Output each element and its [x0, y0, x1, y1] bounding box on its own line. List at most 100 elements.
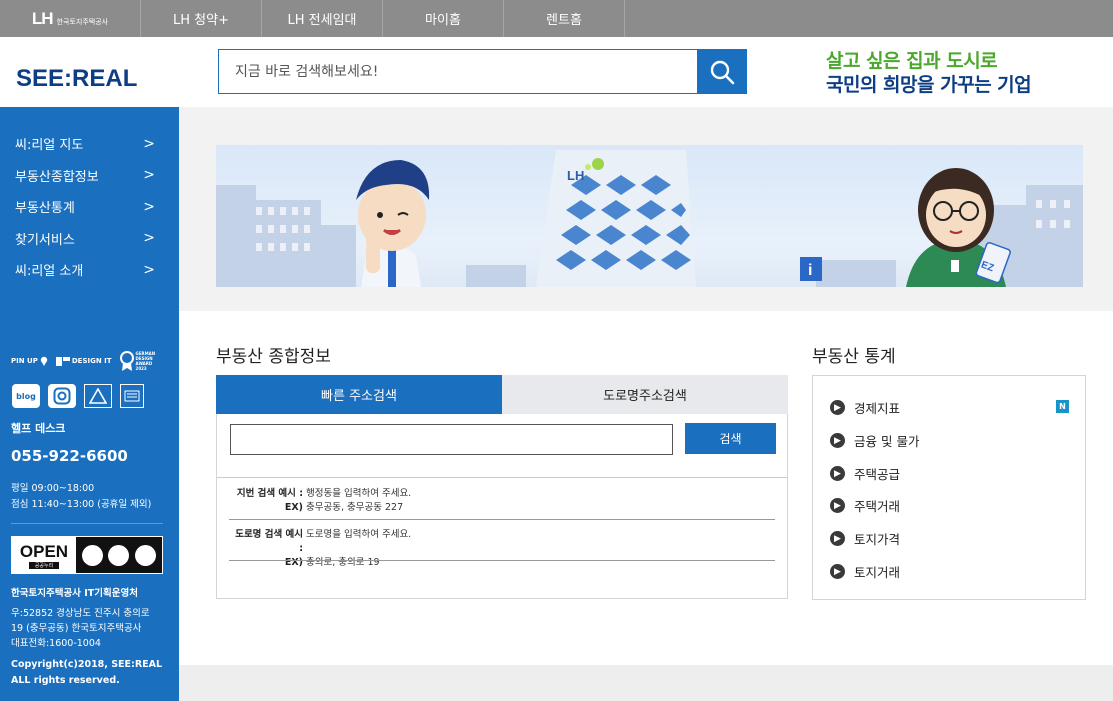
example-value: 충의로, 충의로 19 — [306, 557, 380, 568]
address-search-tabs: 빠른 주소검색 도로명주소검색 — [216, 375, 788, 414]
search-box — [218, 49, 747, 94]
stat-land-prices[interactable]: ▶ 토지가격 — [830, 529, 900, 548]
kogl-open-badge: OPEN 공공누리 — [11, 536, 163, 574]
example-divider — [229, 560, 775, 561]
blog-link[interactable]: blog — [12, 384, 40, 408]
sidebar-item-label: 씨:리얼 소개 — [15, 264, 84, 280]
stat-label: 금융 및 물가 — [854, 434, 920, 449]
chevron-right-icon: > — [143, 198, 155, 215]
stat-label: 주택거래 — [854, 499, 901, 514]
stat-land-transactions[interactable]: ▶ 토지거래 — [830, 562, 900, 581]
stat-housing-transactions[interactable]: ▶ 주택거래 — [830, 496, 900, 515]
example-ex-label: EX) — [284, 557, 303, 568]
example-desc: 행정동을 입력하여 주세요. — [306, 488, 412, 499]
stat-finance-prices[interactable]: ▶ 금융 및 물가 — [830, 431, 919, 450]
example-value: 충무공동, 충무공동 227 — [306, 502, 404, 513]
tab-quick-address-search[interactable]: 빠른 주소검색 — [216, 375, 502, 414]
certificate-icon — [124, 390, 140, 402]
panel-divider — [217, 477, 787, 478]
accessibility-mark-icon — [89, 388, 107, 404]
blog-icon: blog — [16, 391, 36, 401]
arrow-circle-icon: ▶ — [830, 400, 845, 415]
sidebar-item-label: 부동산종합정보 — [15, 169, 99, 185]
address: 우:52852 경상남도 진주시 충의로 19 (충무공동) 한국토지주택공사 … — [11, 608, 150, 649]
brand-logo[interactable]: SEE:REAL — [16, 65, 137, 93]
road-search-example: 도로명 검색 예시 : 도로명을 입력하여 주세요. EX) 충의로, 충의로 … — [229, 528, 775, 570]
hero-banner: LH i EZ — [216, 145, 1083, 287]
arrow-circle-icon: ▶ — [830, 531, 845, 546]
sidebar-item-label: 찾기서비스 — [15, 232, 75, 248]
lh-logo[interactable]: LH 한국토지주택공사 — [0, 0, 140, 37]
search-button[interactable] — [697, 49, 747, 94]
instagram-link[interactable] — [48, 384, 76, 408]
address-search-button[interactable]: 검색 — [685, 423, 776, 454]
slogan-line-2: 국민의 희망을 가꾸는 기업 — [826, 74, 1032, 96]
top-nav-lh-subscription[interactable]: LH 청약+ — [141, 0, 262, 37]
slogan-line-1: 살고 싶은 집과 도시로 — [826, 50, 998, 72]
social-links: blog — [12, 384, 144, 408]
pin-icon — [40, 356, 48, 366]
help-desk-title: 헬프 데스크 — [11, 422, 66, 435]
organization-name: 한국토지주택공사 IT기획운영처 — [11, 588, 138, 599]
sidebar-item-realestate-stats[interactable]: 부동산통계 > — [0, 191, 179, 223]
open-logo: OPEN 공공누리 — [12, 537, 76, 573]
banner-illustration: LH i EZ — [216, 150, 1083, 287]
sidebar: 씨:리얼 지도 > 부동산종합정보 > 부동산통계 > 찾기서비스 > 씨:리얼… — [0, 107, 179, 701]
stat-label: 주택공급 — [854, 467, 901, 482]
stat-housing-supply[interactable]: ▶ 주택공급 — [830, 464, 900, 483]
address-search-input[interactable] — [230, 424, 673, 455]
arrow-circle-icon: ▶ — [830, 564, 845, 579]
noderivatives-icon — [135, 544, 157, 566]
stat-label: 경제지표 — [854, 401, 901, 416]
chevron-right-icon: > — [143, 261, 155, 278]
sidebar-item-label: 씨:리얼 지도 — [15, 138, 84, 154]
address-search-panel: 검색 지번 검색 예시 : 행정동을 입력하여 주세요. EX) 충무공동, 충… — [216, 414, 788, 599]
web-cert-logo — [120, 384, 144, 408]
stat-label: 토지거래 — [854, 565, 901, 580]
sidebar-item-seereal-map[interactable]: 씨:리얼 지도 > — [0, 128, 179, 160]
help-desk-phone: 055-922-6600 — [11, 447, 128, 465]
example-desc: 도로명을 입력하여 주세요. — [306, 529, 412, 540]
chevron-right-icon: > — [143, 230, 155, 247]
help-desk-hours: 평일 09:00~18:00 점심 11:40~13:00 (공휴일 제외) — [11, 481, 151, 513]
hours-lunch: 점심 11:40~13:00 (공휴일 제외) — [11, 499, 152, 510]
sidebar-item-find-service[interactable]: 찾기서비스 > — [0, 223, 179, 255]
accessibility-cert-logo — [84, 384, 112, 408]
hours-weekday: 평일 09:00~18:00 — [11, 483, 95, 494]
tab-road-address-search[interactable]: 도로명주소검색 — [502, 375, 788, 414]
stat-economic-indicators[interactable]: ▶ 경제지표 — [830, 398, 900, 417]
sidebar-item-seereal-intro[interactable]: 씨:리얼 소개 > — [0, 254, 179, 286]
german-design-award-logo: GERMAN DESIGN AWARD 2023 — [119, 351, 158, 371]
copyright: Copyright(c)2018, SEE:REAL ALL rights re… — [11, 659, 163, 686]
designit-award-logo: DESIGN IT — [55, 356, 112, 366]
top-nav-myhome[interactable]: 마이홈 — [383, 0, 504, 37]
example-ex-label: EX) — [284, 502, 303, 513]
top-nav: LH 청약+ LH 전세임대 마이홈 렌트홈 — [140, 0, 625, 37]
pinup-award-logo: PIN UP — [11, 356, 48, 366]
footer-strip — [179, 665, 1113, 701]
top-bar: LH 한국토지주택공사 LH 청약+ LH 전세임대 마이홈 렌트홈 — [0, 0, 1113, 37]
banner-male-character — [356, 160, 430, 287]
search-icon — [710, 60, 735, 84]
designit-icon — [55, 356, 70, 366]
arrow-circle-icon: ▶ — [830, 498, 845, 513]
top-nav-renthome[interactable]: 렌트홈 — [504, 0, 625, 37]
realestate-stats-title: 부동산 통계 — [812, 347, 896, 367]
search-input[interactable] — [219, 50, 697, 93]
new-badge: N — [1056, 400, 1069, 413]
instagram-icon — [53, 387, 71, 405]
sidebar-divider — [11, 523, 163, 524]
top-nav-lh-rental[interactable]: LH 전세임대 — [262, 0, 383, 37]
sidebar-item-label: 부동산통계 — [15, 201, 75, 217]
chevron-right-icon: > — [143, 167, 155, 184]
stat-label: 토지가격 — [854, 532, 901, 547]
lh-logo-subtitle: 한국토지주택공사 — [56, 17, 109, 26]
arrow-circle-icon: ▶ — [830, 466, 845, 481]
stats-list: ▶ 경제지표 N ▶ 금융 및 물가 ▶ 주택공급 ▶ 주택거래 ▶ 토지가격 … — [812, 375, 1086, 600]
sidebar-item-realestate-info[interactable]: 부동산종합정보 > — [0, 160, 179, 192]
license-icons — [76, 537, 162, 573]
example-label: 지번 검색 예시 : — [236, 488, 303, 499]
header: SEE:REAL 살고 싶은 집과 도시로 국민의 희망을 가꾸는 기업 — [0, 37, 1113, 107]
example-divider — [229, 519, 775, 520]
sidebar-menu: 씨:리얼 지도 > 부동산종합정보 > 부동산통계 > 찾기서비스 > 씨:리얼… — [0, 128, 179, 286]
